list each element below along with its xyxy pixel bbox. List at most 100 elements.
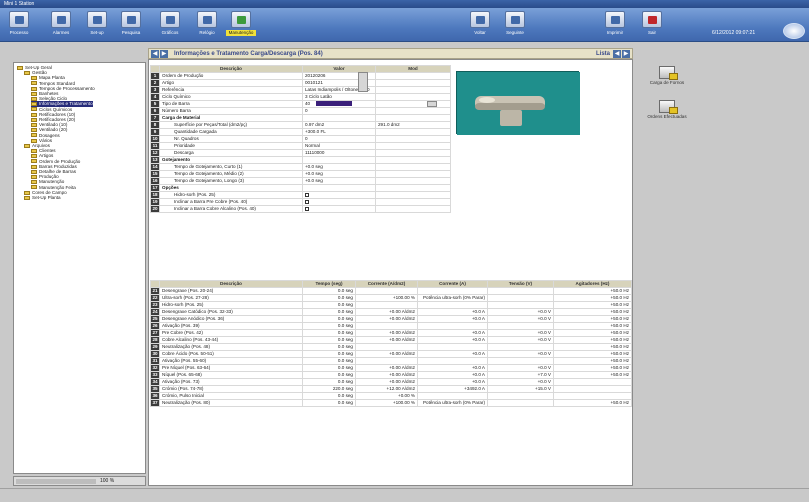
info-row[interactable]: 20 Inclinar a Barra Cobre Alcalino (Pos. … (150, 205, 451, 213)
cell-corr[interactable] (417, 392, 488, 400)
toolbar-search-button[interactable]: Pesquisa (116, 10, 146, 40)
section-row[interactable]: 13 Gotejamento (150, 156, 451, 164)
cell-tempo[interactable]: 0.0 seg (302, 399, 356, 407)
cell-val[interactable]: 3 Ciclo Latão (302, 93, 376, 101)
cell-tens[interactable] (487, 399, 554, 407)
cell-val[interactable] (302, 191, 376, 199)
cell-tens[interactable]: +0.0 V (487, 364, 554, 372)
cell-tempo[interactable]: 0.0 seg (302, 364, 356, 372)
info-row[interactable]: 18 Hidro-sorh (Pos. 25) (150, 191, 451, 199)
cell-cdens[interactable]: +0.00 A/dm2 (355, 378, 418, 386)
process-row[interactable]: 26 Ativação (Pos. 39) 0.0 seg +50.0 Hz (150, 322, 632, 330)
cell-tens[interactable] (487, 392, 554, 400)
cell-cdens[interactable]: +12.00 A/dm2 (355, 385, 418, 393)
cell-agit[interactable]: +50.0 Hz (553, 357, 632, 365)
toolbar-process-button[interactable]: Processo (4, 10, 34, 40)
list-next-arrow-icon[interactable]: ▶ (622, 50, 630, 58)
info-row[interactable]: 15 Tempo de Gotejamento, Médio (2) +0.0 se… (150, 170, 451, 178)
cell-cdens[interactable]: +0.00 A/dm2 (355, 364, 418, 372)
cell-val[interactable]: 0 (302, 135, 376, 143)
info-row[interactable]: 8 Superfície por Peças/Total (dm2/pç) 0.97… (150, 121, 451, 129)
cell-tempo[interactable]: 0.0 seg (302, 322, 356, 330)
process-row[interactable]: 29 Neutralização (Pos. 48) 0.0 seg +50.0 Hz (150, 343, 632, 351)
cell-val[interactable]: Normal (302, 142, 376, 150)
info-row[interactable]: 1 Ordem de Produção 20120206 (150, 72, 451, 80)
load-furnace-button[interactable]: Carga de Fornos (636, 66, 698, 85)
toolbar-maintenance-button[interactable]: Manutenção (226, 10, 256, 40)
info-row[interactable]: 12 Descarga 11110000 (150, 149, 451, 157)
cell-corr[interactable]: +0.0 A (417, 336, 488, 344)
list-link[interactable]: Lista (596, 50, 610, 58)
cell-tempo[interactable]: 0.0 seg (302, 371, 356, 379)
prev-arrow-icon[interactable]: ◀ (151, 50, 159, 58)
process-row[interactable]: 34 Ativação (Pos. 73) 0.0 seg +0.00 A/dm2 +0… (150, 378, 632, 386)
option-checkbox[interactable] (305, 206, 309, 211)
cell-corr[interactable]: +0.0 A (417, 378, 488, 386)
cell-corr[interactable]: Potência ultra-sorh (0% Parar) (417, 399, 488, 407)
cell-tempo[interactable]: 0.0 seg (302, 343, 356, 351)
cell-tens[interactable]: +0.0 V (487, 336, 554, 344)
cell-val[interactable]: +0.0 seg (302, 163, 376, 171)
info-row[interactable]: 2 Artigo 0010121 (150, 79, 451, 87)
cell-agit[interactable]: +50.0 Hz (553, 343, 632, 351)
cell-tempo[interactable]: 0.0 seg (302, 308, 356, 316)
toolbar-back-button[interactable]: Voltar (465, 10, 495, 40)
cell-cdens[interactable]: +0.00 A/dm2 (355, 308, 418, 316)
cell-agit[interactable]: +50.0 Hz (553, 364, 632, 372)
cell-agit[interactable]: +50.0 Hz (553, 301, 632, 309)
cell-tempo[interactable]: 0.0 seg (302, 329, 356, 337)
cell-tempo[interactable]: 0.0 seg (302, 392, 356, 400)
info-row[interactable]: 10 Nr. Quadros 0 (150, 135, 451, 143)
cell-cdens[interactable]: +0.00 A/dm2 (355, 350, 418, 358)
cell-val[interactable] (302, 184, 376, 192)
process-row[interactable]: 30 Cobre Ácido (Pos. 50-51) 0.0 seg +0.00 A… (150, 350, 632, 358)
cell-cdens[interactable] (355, 287, 418, 295)
cell-tens[interactable]: +7.0 V (487, 371, 554, 379)
cell-val[interactable]: 0 (302, 107, 376, 115)
cell-tempo[interactable]: 0.0 seg (302, 294, 356, 302)
cell-corr[interactable]: +0.0 A (417, 350, 488, 358)
cell-cdens[interactable] (355, 357, 418, 365)
cell-corr[interactable]: +0.0 A (417, 315, 488, 323)
section-row[interactable]: 7 Carga de Material (150, 114, 451, 122)
toolbar-charts-button[interactable]: Gráficos (155, 10, 185, 40)
cell-corr[interactable]: +0.0 A (417, 308, 488, 316)
info-row[interactable]: 3 Referência Latas Indiampolis / Oltone / … (150, 86, 451, 94)
cell-tens[interactable]: +0.0 V (487, 329, 554, 337)
cell-cdens[interactable]: +0.00 % (355, 392, 418, 400)
cell-agit[interactable]: +50.0 Hz (553, 329, 632, 337)
info-row[interactable]: 4 Ciclo Químico 3 Ciclo Latão (150, 93, 451, 101)
cell-tempo[interactable]: 220.0 seg (302, 385, 356, 393)
info-row[interactable]: 5 Tipo de Barra 40 (150, 100, 451, 108)
info-row[interactable]: 9 Quantidade Cargada +300.0 FL (150, 128, 451, 136)
cell-agit[interactable] (553, 392, 632, 400)
option-checkbox[interactable] (305, 192, 309, 197)
cell-corr[interactable] (417, 343, 488, 351)
cell-tens[interactable] (487, 343, 554, 351)
cell-corr[interactable] (417, 322, 488, 330)
process-row[interactable]: 24 Desengraxe Catódico (Pos. 32-33) 0.0 se… (150, 308, 632, 316)
order-lookup-button[interactable] (358, 72, 368, 92)
process-row[interactable]: 25 Desengraxe Anódico (Pos. 36) 0.0 seg +0.… (150, 315, 632, 323)
cell-val[interactable]: 0.97 dm2 (302, 121, 376, 129)
cell-val[interactable]: +0.0 seg (302, 177, 376, 185)
orders-done-button[interactable]: Ordens Efectuadas (636, 100, 698, 119)
process-row[interactable]: 32 Pre Níquel (Pos. 63-64) 0.0 seg +0.00 A/… (150, 364, 632, 372)
cell-tempo[interactable]: 0.0 seg (302, 336, 356, 344)
cell-corr[interactable]: +0.0 A (417, 371, 488, 379)
cell-corr[interactable] (417, 287, 488, 295)
cell-tempo[interactable]: 0.0 seg (302, 350, 356, 358)
cell-corr[interactable]: Potência ultra-sorh (0% Parar) (417, 294, 488, 302)
tree-scrollbar[interactable] (16, 479, 96, 484)
cell-tens[interactable]: +0.0 V (487, 308, 554, 316)
cell-agit[interactable]: +50.0 Hz (553, 322, 632, 330)
toolbar-exit-button[interactable]: Sair (637, 10, 667, 40)
cell-tempo[interactable]: 0.0 seg (302, 378, 356, 386)
process-row[interactable]: 23 Hidro-sorh (Pos. 25) 0.0 seg +50.0 Hz (150, 301, 632, 309)
cell-agit[interactable]: +50.0 Hz (553, 315, 632, 323)
tree-item[interactable]: Set-Up Planta (24, 195, 61, 201)
cell-agit[interactable]: +50.0 Hz (553, 399, 632, 407)
section-row[interactable]: 17 Opções (150, 184, 451, 192)
cell-val[interactable] (302, 198, 376, 206)
cell-tempo[interactable]: 0.0 seg (302, 315, 356, 323)
